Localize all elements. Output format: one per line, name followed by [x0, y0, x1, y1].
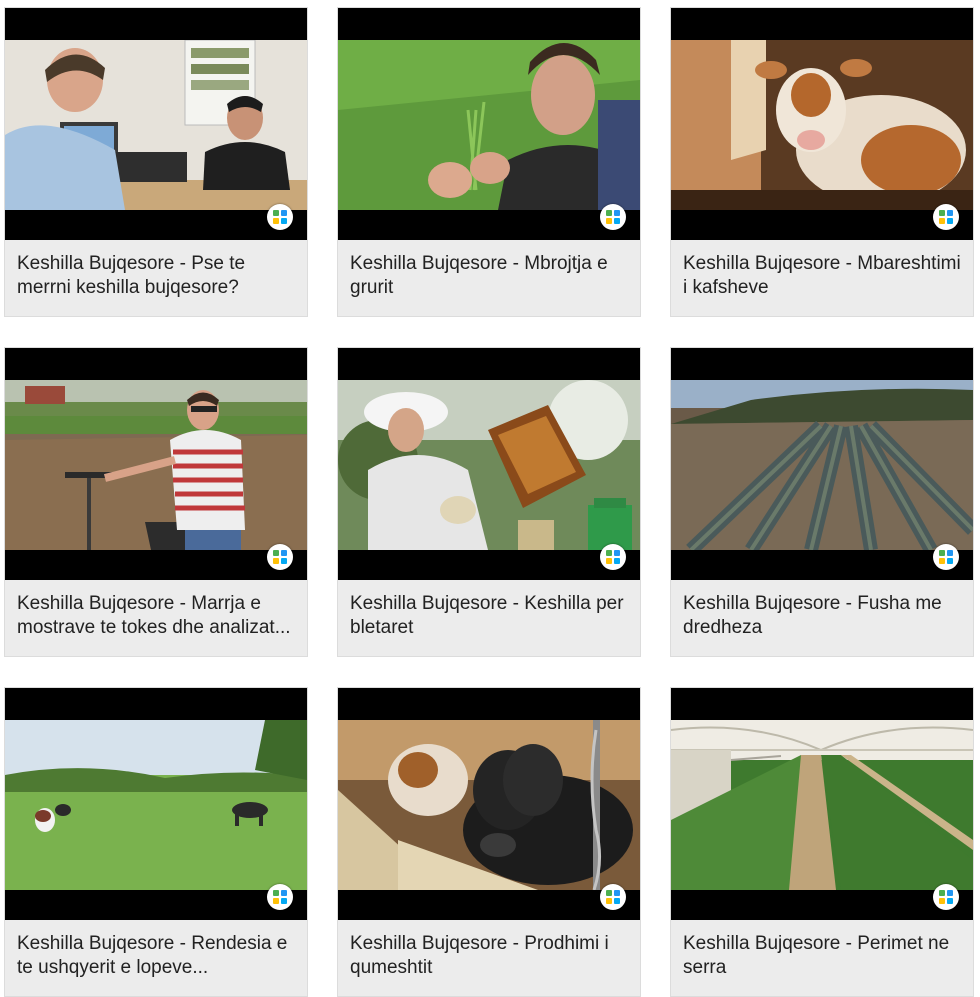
video-thumbnail[interactable]	[338, 688, 640, 920]
video-title[interactable]: Keshilla Bujqesore - Keshilla per bletar…	[338, 580, 640, 656]
video-thumbnail[interactable]	[5, 688, 307, 920]
channel-logo-icon	[600, 204, 626, 230]
video-title[interactable]: Keshilla Bujqesore - Prodhimi i qumeshti…	[338, 920, 640, 996]
video-title[interactable]: Keshilla Bujqesore - Rendesia e te ushqy…	[5, 920, 307, 996]
video-card[interactable]: Keshilla Bujqesore - Perimet ne serra	[670, 687, 974, 997]
channel-logo-icon	[933, 544, 959, 570]
video-card[interactable]: Keshilla Bujqesore - Keshilla per bletar…	[337, 347, 641, 657]
channel-logo-icon	[267, 544, 293, 570]
video-thumbnail[interactable]	[5, 348, 307, 580]
video-title[interactable]: Keshilla Bujqesore - Marrja e mostrave t…	[5, 580, 307, 656]
video-grid: Keshilla Bujqesore - Pse te merrni keshi…	[0, 0, 980, 997]
video-card[interactable]: Keshilla Bujqesore - Mbrojtja e grurit	[337, 7, 641, 317]
video-card[interactable]: Keshilla Bujqesore - Rendesia e te ushqy…	[4, 687, 308, 997]
channel-logo-icon	[267, 204, 293, 230]
video-thumbnail[interactable]	[671, 348, 973, 580]
video-thumbnail[interactable]	[338, 348, 640, 580]
video-title[interactable]: Keshilla Bujqesore - Fusha me dredheza	[671, 580, 973, 656]
video-thumbnail[interactable]	[338, 8, 640, 240]
video-title[interactable]: Keshilla Bujqesore - Perimet ne serra	[671, 920, 973, 996]
video-title[interactable]: Keshilla Bujqesore - Mbrojtja e grurit	[338, 240, 640, 316]
video-thumbnail[interactable]	[671, 688, 973, 920]
video-title[interactable]: Keshilla Bujqesore - Pse te merrni keshi…	[5, 240, 307, 316]
video-card[interactable]: Keshilla Bujqesore - Marrja e mostrave t…	[4, 347, 308, 657]
channel-logo-icon	[933, 884, 959, 910]
video-card[interactable]: Keshilla Bujqesore - Pse te merrni keshi…	[4, 7, 308, 317]
video-card[interactable]: Keshilla Bujqesore - Prodhimi i qumeshti…	[337, 687, 641, 997]
channel-logo-icon	[600, 884, 626, 910]
video-title[interactable]: Keshilla Bujqesore - Mbareshtimi i kafsh…	[671, 240, 973, 316]
video-thumbnail[interactable]	[671, 8, 973, 240]
channel-logo-icon	[267, 884, 293, 910]
video-card[interactable]: Keshilla Bujqesore - Mbareshtimi i kafsh…	[670, 7, 974, 317]
channel-logo-icon	[600, 544, 626, 570]
video-card[interactable]: Keshilla Bujqesore - Fusha me dredheza	[670, 347, 974, 657]
video-thumbnail[interactable]	[5, 8, 307, 240]
channel-logo-icon	[933, 204, 959, 230]
